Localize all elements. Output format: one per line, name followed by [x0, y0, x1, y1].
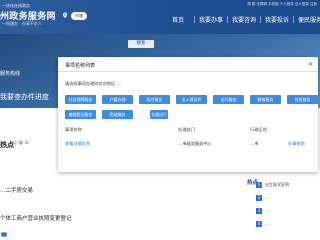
- dialog-subtitle: 请选择事项办理的对应地区 …: [65, 81, 121, 86]
- main-nav: 首页 我要办事 我要咨询 我要投诉 便民服务: [162, 15, 320, 24]
- right-list-item[interactable]: 4…: [256, 221, 269, 227]
- right-list-label: …: [265, 221, 269, 226]
- service-button[interactable]: 社会保障服务: [65, 95, 96, 104]
- close-icon[interactable]: ✕: [308, 61, 313, 68]
- right-list-label: 出生医学证明: [265, 182, 289, 187]
- right-list-label: …: [265, 208, 269, 213]
- service-button[interactable]: 民政服务: [102, 110, 133, 119]
- service-button[interactable]: 户籍办理: [102, 95, 133, 104]
- service-region-value: …市: [250, 141, 259, 146]
- column-header-dept: 办理部门: [178, 127, 195, 132]
- service-button[interactable]: 教育服务: [250, 95, 281, 104]
- nav-consult[interactable]: 我要咨询: [228, 15, 260, 24]
- banner-progress-link[interactable]: 我要查办件进度: [0, 92, 49, 102]
- service-selection-dialog: 事项名称列表 ✕ 请选择事项办理的对应地区 … 社会保障服务 户籍办理 医疗服务…: [58, 57, 318, 172]
- search-button[interactable]: 搜索: [128, 40, 154, 48]
- list-item[interactable]: 个体工商户营业执照变更登记: [0, 214, 72, 222]
- right-list-label: …: [265, 195, 269, 200]
- right-list-item[interactable]: 2…: [256, 195, 269, 201]
- view-toggle-icons[interactable]: ▤ ▦ ⊞: [12, 140, 29, 146]
- nav-home[interactable]: 首页: [162, 15, 194, 24]
- service-button[interactable]: 交通出行: [150, 110, 168, 119]
- site-subtitle: 一网通办 · 办事不求人: [2, 21, 42, 26]
- top-utility-bar[interactable]: 简 繁 无障碍 手机版 个人登录 法人登录 注册: [247, 2, 317, 7]
- service-button[interactable]: 婚姻登记服务: [65, 110, 96, 119]
- nav-complaint[interactable]: 我要投诉: [261, 15, 293, 24]
- right-list-item[interactable]: 1 出生医学证明: [256, 182, 289, 188]
- location-pin-icon: [62, 12, 68, 18]
- nav-services[interactable]: 我要办事: [195, 15, 227, 24]
- site-header: 一体化在线政务 州政务服务网 一网通办 · 办事不求人 市辖 简 繁 无障碍 手…: [0, 0, 320, 34]
- service-name-link[interactable]: 查看详情信息: [65, 141, 90, 147]
- rank-badge: 1: [256, 182, 262, 188]
- list-item[interactable]: …二手房交易: [0, 186, 33, 194]
- rank-badge: 2: [256, 195, 262, 201]
- service-button[interactable]: 出入境证件: [176, 95, 207, 104]
- column-header-region: 行政区划: [250, 127, 267, 132]
- nav-convenience[interactable]: 便民服务: [294, 15, 320, 24]
- service-button[interactable]: 医疗服务: [139, 95, 170, 104]
- service-button[interactable]: 出行服务: [213, 95, 244, 104]
- dialog-divider: [58, 71, 318, 72]
- right-list-item[interactable]: 3…: [256, 208, 269, 214]
- rank-badge: 4: [256, 221, 262, 227]
- service-guide-link[interactable]: 办事指南: [288, 141, 305, 147]
- location-switch-button[interactable]: 市辖: [71, 12, 87, 20]
- service-dept-value: …市政务服务中心: [178, 141, 212, 146]
- rank-badge: 3: [256, 208, 262, 214]
- column-header-name: 事项名称: [65, 127, 82, 132]
- service-button[interactable]: 住房服务: [287, 95, 318, 104]
- dialog-title: 事项名称列表: [65, 63, 96, 69]
- phone-icon: [1, 232, 7, 237]
- banner-hotline-text: 服务热线: [0, 71, 21, 77]
